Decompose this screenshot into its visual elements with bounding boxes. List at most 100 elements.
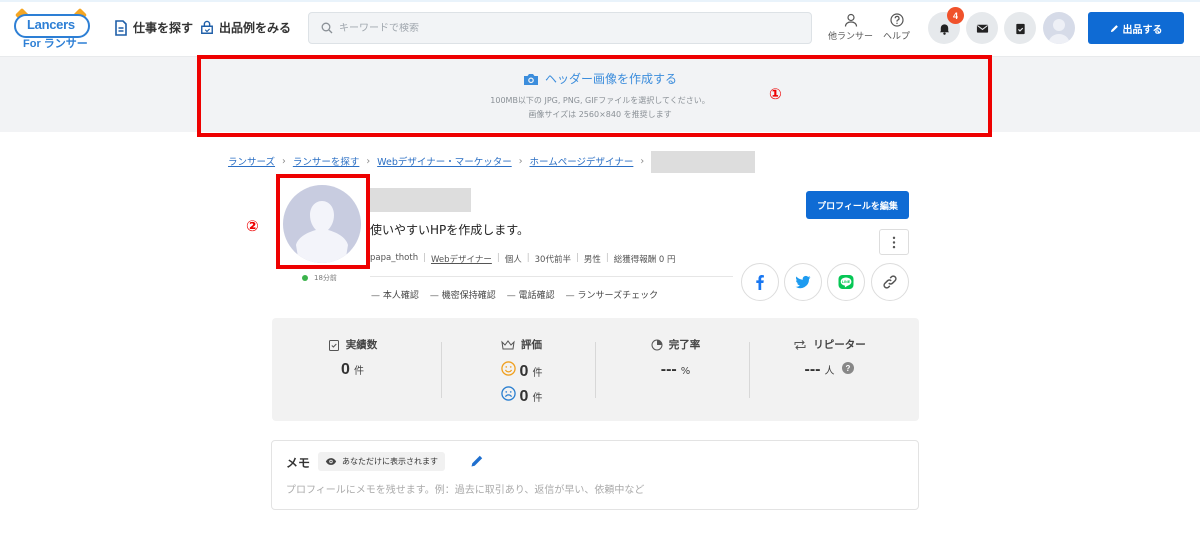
stat-repeater-value: --- 人 ? [749, 361, 910, 379]
verification-lancers-check: ランサーズチェック [566, 288, 659, 301]
help-link[interactable]: ヘルプ [883, 13, 910, 42]
meta-total-earnings: 総獲得報酬 0 円 [613, 255, 676, 265]
memo-panel: メモ あなただけに表示されます プロフィールにメモを残せます。例：過去に取引あり… [271, 440, 919, 510]
twitter-icon [795, 275, 811, 289]
frown-icon [500, 386, 516, 401]
meta-separator: | [526, 253, 530, 263]
question-icon[interactable]: ? [842, 362, 855, 374]
messages-button[interactable] [966, 12, 998, 44]
meta-username: papa_thoth [370, 253, 419, 263]
share-facebook-button[interactable] [741, 263, 779, 301]
meta-separator: | [496, 253, 500, 263]
meta-separator: | [605, 253, 609, 263]
stat-rating-bad-unit: 件 [532, 393, 543, 404]
search-icon [321, 22, 333, 34]
memo-title: メモ [286, 456, 311, 470]
stat-completion-title: 完了率 [668, 339, 701, 351]
meta-gender: 男性 [583, 255, 601, 265]
stat-achievements-number: 0 [341, 361, 350, 378]
logo-subtext: For ランサー [23, 38, 88, 50]
search-input[interactable] [339, 22, 779, 34]
stat-repeater-unit: 人 [824, 366, 835, 377]
post-listing-button[interactable]: 出品する [1088, 12, 1184, 44]
stat-repeater-number: --- [804, 361, 821, 378]
memo-visibility-tag: あなただけに表示されます [318, 452, 445, 471]
clipboard-icon [328, 339, 339, 351]
create-header-image-label: ヘッダー画像を作成する [544, 72, 677, 86]
stat-rating-good-unit: 件 [532, 368, 543, 379]
tasks-button[interactable] [1004, 12, 1036, 44]
edit-profile-button[interactable]: プロフィールを編集 [806, 191, 909, 219]
search-box[interactable] [308, 12, 812, 44]
facebook-icon [756, 275, 764, 290]
crown-icon [501, 339, 515, 349]
stat-rating-title: 評価 [521, 339, 542, 351]
lancers-logo[interactable]: Lancers For ランサー [11, 7, 91, 50]
see-listings-link[interactable]: 出品例をみる [200, 19, 291, 36]
breadcrumb-lancers[interactable]: ランサーズ [228, 154, 275, 168]
svg-text:?: ? [846, 364, 851, 373]
stat-completion-value: ---% [595, 361, 756, 379]
breadcrumb-separator: › [518, 155, 523, 167]
meta-occupation-link[interactable]: Webデザイナー [431, 253, 492, 265]
online-status: 18分前 [302, 273, 337, 283]
other-lancers-label: 他ランサー [828, 32, 874, 42]
logo-text: Lancers [27, 17, 75, 32]
find-work-label: 仕事を探す [133, 21, 194, 35]
breadcrumb-find-lancers[interactable]: ランサーを探す [293, 154, 360, 168]
share-line-button[interactable]: LINE [827, 263, 865, 301]
stat-rating-bad: 0件 [441, 386, 602, 406]
other-lancers-link[interactable]: 他ランサー [828, 13, 873, 42]
repeat-icon [794, 339, 806, 350]
camera-icon [523, 73, 538, 85]
stat-rating-good: 0件 [441, 361, 602, 381]
meta-separator: | [575, 253, 579, 263]
line-icon: LINE [838, 275, 854, 289]
breadcrumb-separator: › [640, 155, 645, 167]
stat-completion-number: --- [660, 361, 677, 378]
user-avatar[interactable] [1043, 12, 1075, 44]
breadcrumb-separator: › [366, 155, 371, 167]
eye-icon [325, 458, 337, 465]
stat-rating-label: 評価 [441, 337, 602, 352]
meta-age: 30代前半 [534, 255, 571, 265]
stat-achievements-value: 0件 [272, 361, 433, 379]
header-image-hint-1: 100MB以下の JPG, PNG, GIFファイルを選択してください。 [490, 96, 710, 105]
stat-repeater-label: リピーター [749, 337, 910, 352]
share-twitter-button[interactable] [784, 263, 822, 301]
stat-completion-unit: % [680, 366, 691, 377]
annotation-box-2 [276, 174, 370, 269]
breadcrumb: ランサーズ › ランサーを探す › Webデザイナー・マーケッター › ホームペ… [228, 149, 756, 173]
pie-chart-icon [651, 339, 663, 350]
smile-icon [500, 361, 516, 376]
profile-catchphrase: 使いやすいHPを作成します。 [370, 223, 530, 237]
document-icon [115, 19, 127, 36]
kebab-icon [892, 236, 896, 248]
create-header-image-button[interactable]: ヘッダー画像を作成する [0, 70, 1200, 87]
notifications-button[interactable]: 4 [928, 7, 964, 44]
notification-badge: 4 [947, 7, 964, 24]
more-menu-button[interactable] [879, 229, 909, 255]
help-label: ヘルプ [883, 32, 911, 42]
profile-meta: papa_thoth | Webデザイナー | 個人 | 30代前半 | 男性 | 総獲得… [370, 253, 676, 265]
shop-bag-icon [201, 20, 213, 34]
stat-repeater: リピーター --- 人 ? [749, 318, 910, 421]
stat-achievements: 実績数 0件 [272, 318, 433, 421]
verification-list: 本人確認 機密保持確認 電話確認 ランサーズチェック [371, 288, 658, 301]
pencil-icon[interactable] [470, 454, 484, 468]
link-icon [883, 275, 897, 289]
verification-nda: 機密保持確認 [430, 288, 496, 301]
find-work-link[interactable]: 仕事を探す [114, 19, 193, 36]
breadcrumb-web-designer[interactable]: Webデザイナー・マーケッター [377, 154, 512, 168]
breadcrumb-redacted-name [651, 151, 756, 173]
stat-completion: 完了率 ---% [595, 318, 756, 421]
online-dot [302, 275, 308, 281]
post-listing-label: 出品する [1122, 24, 1163, 36]
memo-placeholder[interactable]: プロフィールにメモを残せます。例：過去に取引あり、返信が早い、依頼中など [286, 481, 644, 496]
header-image-hint-2: 画像サイズは 2560×840 を推奨します [528, 110, 672, 119]
redacted-display-name [370, 188, 471, 212]
stats-panel: 実績数 0件 評価 0件 0件 完了率 ---% リピーター --- 人 ? [272, 318, 919, 421]
breadcrumb-homepage-designer[interactable]: ホームページデザイナー [530, 154, 634, 168]
copy-link-button[interactable] [871, 263, 909, 301]
top-nav: Lancers For ランサー 仕事を探す 出品例をみる 他ランサー ヘルプ … [0, 0, 1200, 56]
